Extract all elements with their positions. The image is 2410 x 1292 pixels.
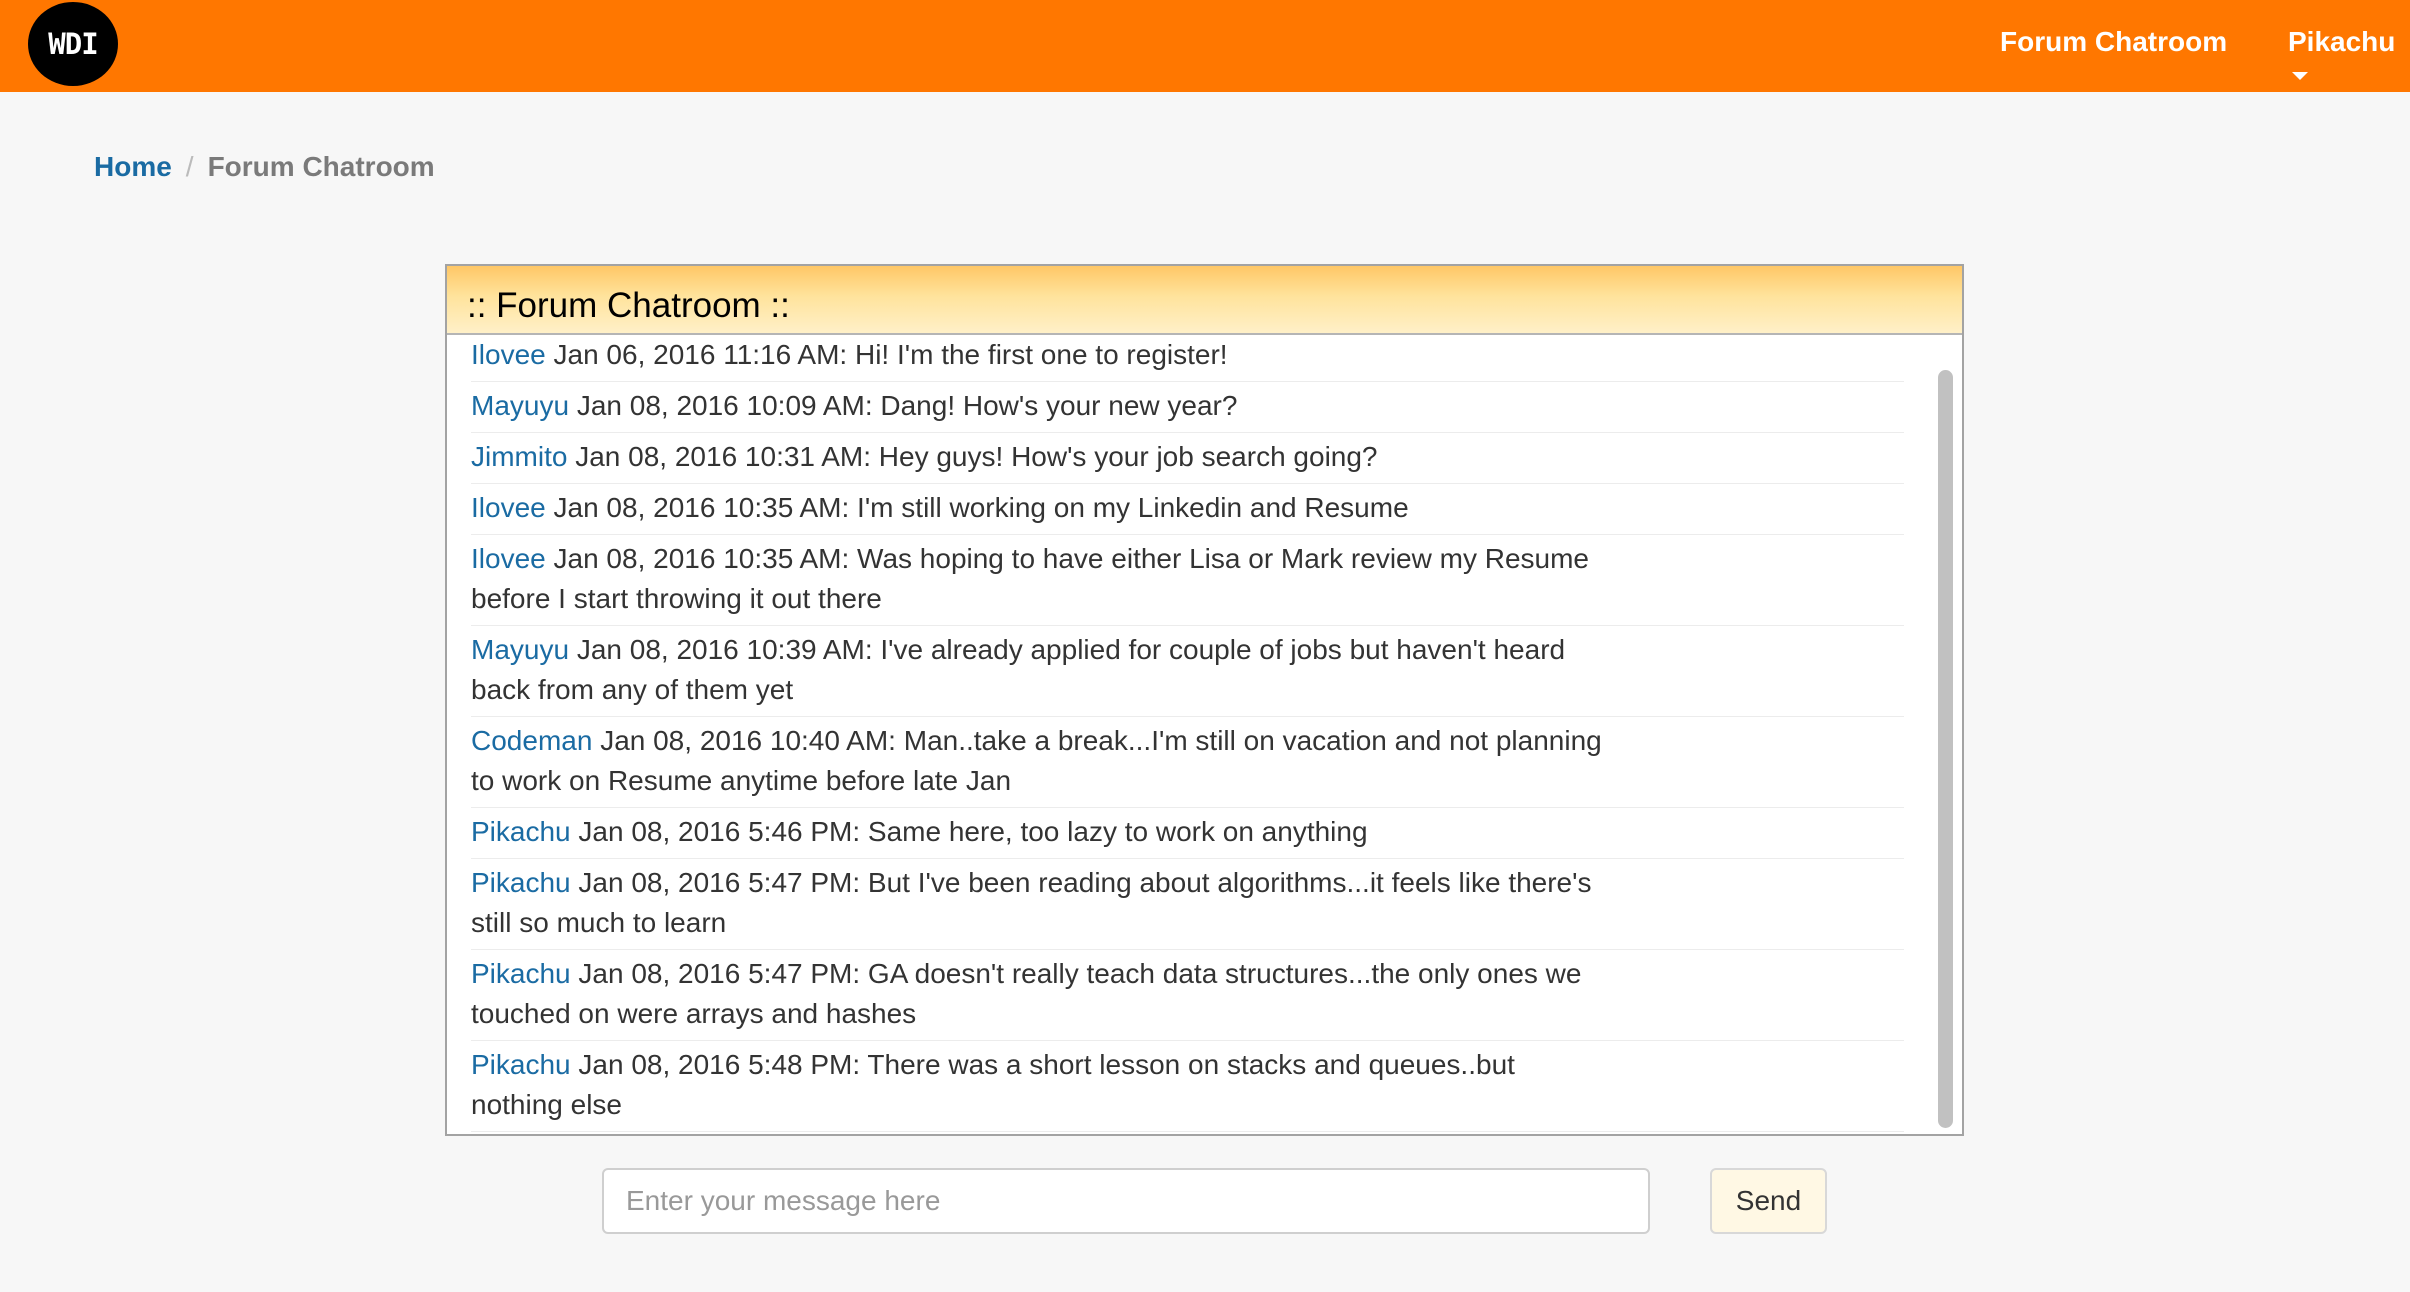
message-item: Ilovee Jan 06, 2016 11:16 AM: Hi! I'm th… (471, 335, 1904, 382)
message-item: Codeman Jan 08, 2016 10:40 AM: Man..take… (471, 717, 1904, 808)
message-username[interactable]: Codeman (471, 725, 592, 756)
message-list[interactable]: Ilovee Jan 06, 2016 11:16 AM: Hi! I'm th… (447, 335, 1934, 1134)
message-text: Jan 08, 2016 5:48 PM: There was a short … (471, 1049, 1515, 1120)
message-item: Pikachu Jan 08, 2016 5:47 PM: GA doesn't… (471, 950, 1904, 1041)
message-username[interactable]: Mayuyu (471, 634, 569, 665)
message-item: Ilovee Jan 08, 2016 10:35 AM: I'm still … (471, 484, 1904, 535)
top-navbar: WDI Forum Chatroom Pikachu (0, 0, 2410, 92)
message-content: Mayuyu Jan 08, 2016 10:09 AM: Dang! How'… (471, 382, 1611, 432)
message-item: Mayuyu Jan 08, 2016 10:09 AM: Dang! How'… (471, 382, 1904, 433)
message-content: Mayuyu Jan 08, 2016 10:39 AM: I've alrea… (471, 626, 1611, 716)
message-text: Jan 06, 2016 11:16 AM: Hi! I'm the first… (553, 339, 1228, 370)
nav-forum-chatroom-link[interactable]: Forum Chatroom (2000, 26, 2227, 58)
message-username[interactable]: Ilovee (471, 339, 546, 370)
message-text: Jan 08, 2016 10:39 AM: I've already appl… (471, 634, 1566, 705)
message-list-scrollbar[interactable] (1938, 370, 1953, 1128)
message-content: Jimmito Jan 08, 2016 10:31 AM: Hey guys!… (471, 433, 1611, 483)
message-content: Codeman Jan 08, 2016 10:40 AM: Man..take… (471, 717, 1611, 807)
message-text: Jan 08, 2016 10:35 AM: Was hoping to hav… (471, 543, 1589, 614)
breadcrumb-separator: / (185, 151, 194, 182)
message-item: Pikachu Jan 08, 2016 5:48 PM: There was … (471, 1041, 1904, 1132)
breadcrumb: Home / Forum Chatroom (94, 151, 435, 183)
message-text: Jan 08, 2016 5:47 PM: But I've been read… (471, 867, 1592, 938)
message-content: Pikachu Jan 08, 2016 5:47 PM: GA doesn't… (471, 950, 1611, 1040)
message-item: Jimmito Jan 08, 2016 10:31 AM: Hey guys!… (471, 433, 1904, 484)
user-menu-dropdown[interactable]: Pikachu (2288, 26, 2410, 90)
message-username[interactable]: Pikachu (471, 867, 571, 898)
message-text: Jan 08, 2016 10:35 AM: I'm still working… (553, 492, 1409, 523)
message-item: Pikachu Jan 08, 2016 5:46 PM: Same here,… (471, 808, 1904, 859)
message-username[interactable]: Pikachu (471, 1049, 571, 1080)
message-content: Ilovee Jan 08, 2016 10:35 AM: Was hoping… (471, 535, 1611, 625)
message-username[interactable]: Ilovee (471, 543, 546, 574)
message-item: Ilovee Jan 08, 2016 10:35 AM: Was hoping… (471, 535, 1904, 626)
message-content: Pikachu Jan 08, 2016 5:47 PM: But I've b… (471, 859, 1611, 949)
chevron-down-icon (2292, 71, 2308, 80)
message-username[interactable]: Jimmito (471, 441, 567, 472)
message-item: Pikachu Jan 08, 2016 5:47 PM: But I've b… (471, 859, 1904, 950)
message-username[interactable]: Pikachu (471, 816, 571, 847)
message-username[interactable]: Ilovee (471, 492, 546, 523)
message-text: Jan 08, 2016 5:47 PM: GA doesn't really … (471, 958, 1582, 1029)
message-content: Ilovee Jan 06, 2016 11:16 AM: Hi! I'm th… (471, 335, 1611, 381)
message-content: Pikachu Jan 08, 2016 5:48 PM: There was … (471, 1041, 1611, 1131)
user-menu-label: Pikachu (2288, 26, 2396, 57)
message-text: Jan 08, 2016 10:40 AM: Man..take a break… (471, 725, 1602, 796)
message-text: Jan 08, 2016 10:31 AM: Hey guys! How's y… (575, 441, 1378, 472)
breadcrumb-current: Forum Chatroom (207, 151, 435, 182)
wdi-logo[interactable]: WDI (28, 2, 118, 86)
message-content: Pikachu Jan 08, 2016 5:46 PM: Same here,… (471, 808, 1611, 858)
message-text: Jan 08, 2016 10:09 AM: Dang! How's your … (576, 390, 1238, 421)
send-button[interactable]: Send (1710, 1168, 1827, 1234)
message-item: Mayuyu Jan 08, 2016 10:39 AM: I've alrea… (471, 626, 1904, 717)
message-content: Ilovee Jan 08, 2016 10:35 AM: I'm still … (471, 484, 1611, 534)
breadcrumb-home-link[interactable]: Home (94, 151, 172, 182)
chatroom-panel: :: Forum Chatroom :: Ilovee Jan 06, 2016… (445, 264, 1964, 1136)
chatroom-title: :: Forum Chatroom :: (447, 266, 1962, 335)
message-username[interactable]: Mayuyu (471, 390, 569, 421)
message-username[interactable]: Pikachu (471, 958, 571, 989)
message-text: Jan 08, 2016 5:46 PM: Same here, too laz… (578, 816, 1368, 847)
message-input[interactable] (602, 1168, 1650, 1234)
